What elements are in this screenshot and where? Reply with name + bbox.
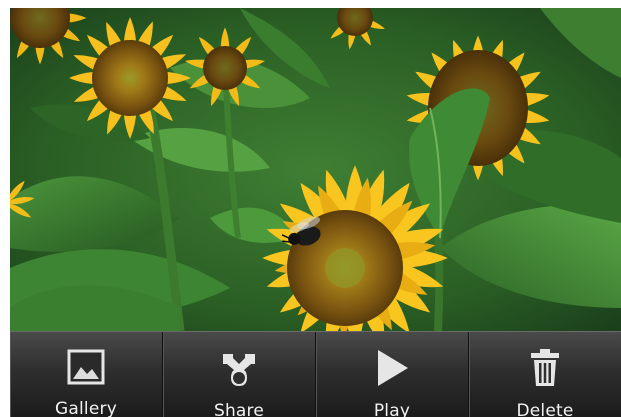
- delete-label: Delete: [516, 401, 574, 417]
- play-label: Play: [373, 401, 411, 417]
- share-label: Share: [213, 401, 265, 417]
- viewer-frame: Gallery Share Play Delete: [10, 8, 621, 417]
- share-button[interactable]: Share: [163, 332, 316, 417]
- share-icon: [219, 348, 259, 388]
- sunflower-photo: [10, 8, 621, 331]
- play-button[interactable]: Play: [316, 332, 469, 417]
- trash-icon: [525, 348, 565, 388]
- bottom-toolbar: Gallery Share Play Delete: [10, 331, 621, 417]
- photo-viewer[interactable]: [10, 8, 621, 331]
- gallery-label: Gallery: [55, 399, 117, 417]
- gallery-icon: [66, 348, 106, 386]
- delete-button[interactable]: Delete: [469, 332, 621, 417]
- gallery-button[interactable]: Gallery: [10, 332, 163, 417]
- play-icon: [372, 348, 412, 388]
